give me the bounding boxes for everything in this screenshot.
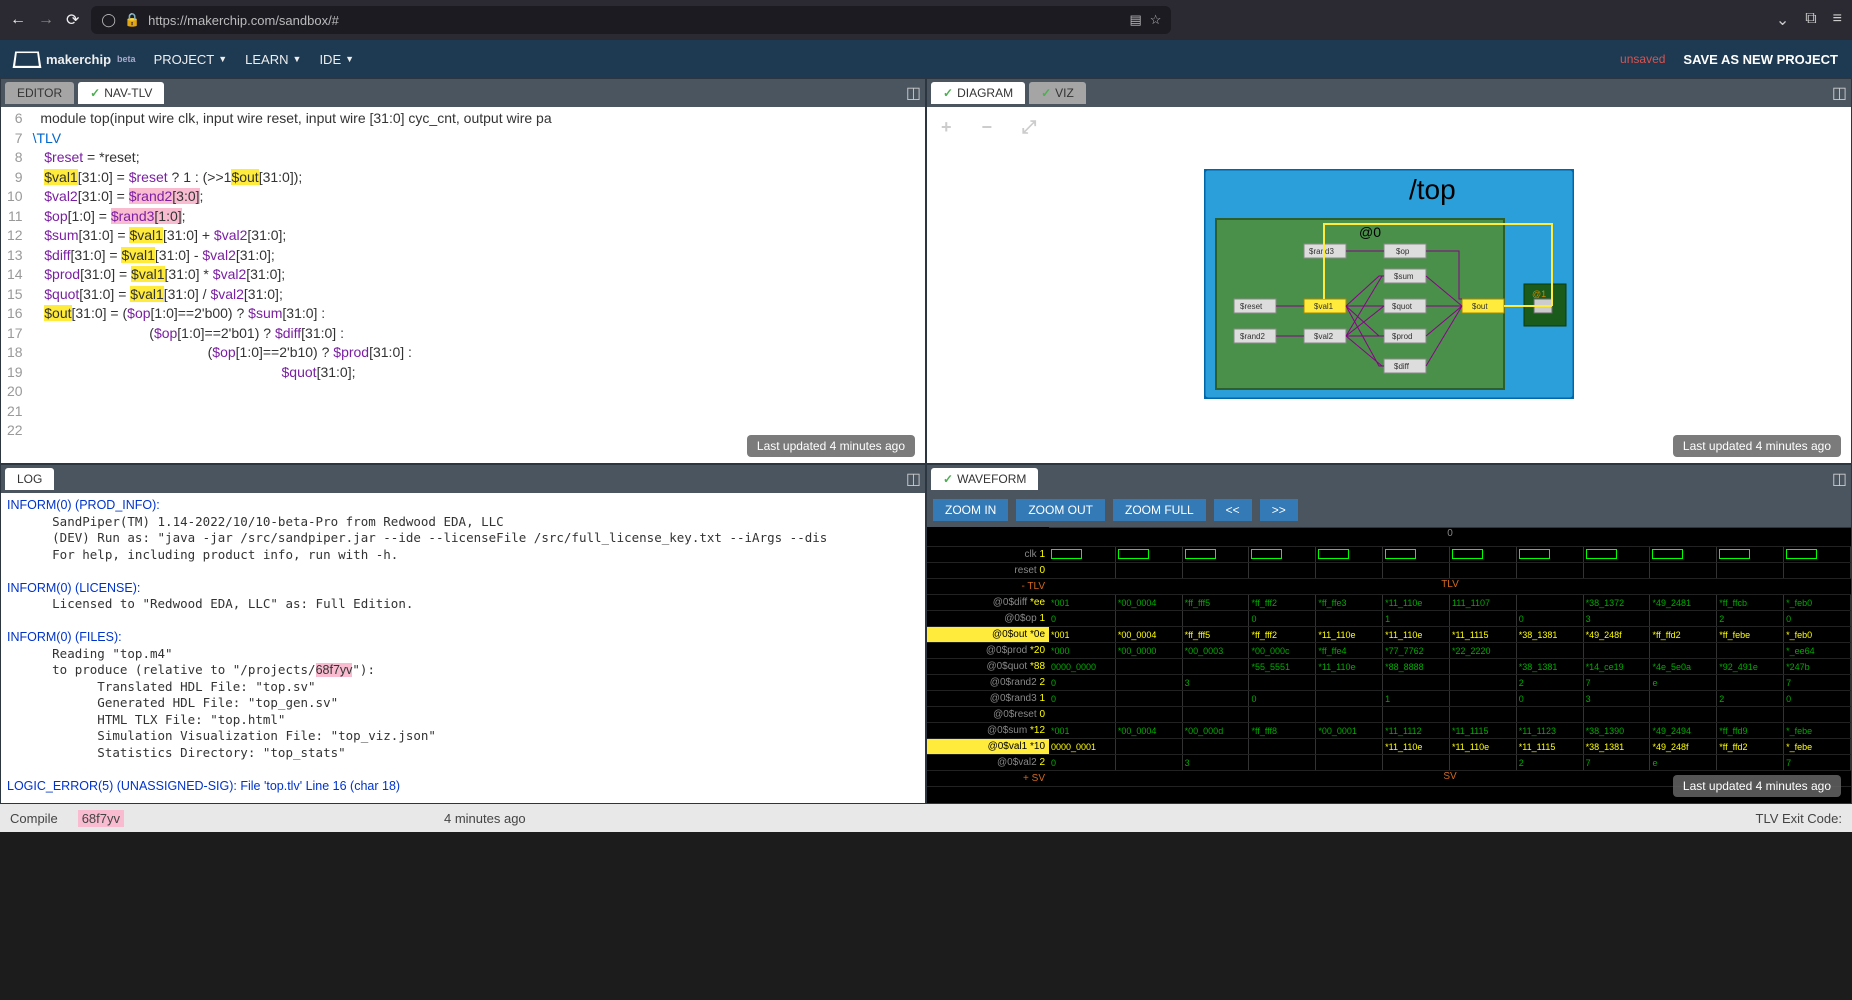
panel-layout-icon[interactable]: ◫: [906, 83, 921, 103]
compile-label: Compile: [10, 811, 58, 826]
tab-diagram[interactable]: ✓DIAGRAM: [931, 82, 1025, 104]
check-icon: ✓: [1041, 86, 1051, 100]
svg-text:/top: /top: [1409, 174, 1456, 205]
tab-log[interactable]: LOG: [5, 468, 54, 490]
save-as-new-project[interactable]: SAVE AS NEW PROJECT: [1683, 52, 1838, 67]
zoom-out-icon[interactable]: −: [982, 117, 993, 138]
lock-icon: 🔒: [124, 12, 140, 28]
waveform-viewer[interactable]: ZOOM INZOOM OUTZOOM FULL<<>> clk 1reset …: [927, 493, 1851, 803]
menu-project[interactable]: PROJECT▼: [154, 52, 228, 67]
last-updated-badge: Last updated 4 minutes ago: [747, 435, 915, 457]
diagram-canvas[interactable]: + − ⤢ /top @0 @1 $rand3 $op $sum: [927, 107, 1851, 463]
forward-icon[interactable]: →: [38, 11, 54, 29]
svg-text:$rand2: $rand2: [1240, 332, 1265, 341]
diagram-svg: /top @0 @1 $rand3 $op $sum $reset $val1 …: [1204, 169, 1574, 399]
svg-text:$quot: $quot: [1392, 302, 1413, 311]
project-hash[interactable]: 68f7yv: [78, 810, 124, 827]
back-icon[interactable]: ←: [10, 11, 26, 29]
extensions-icon[interactable]: ⧉: [1805, 10, 1816, 30]
svg-text:$out: $out: [1472, 302, 1488, 311]
pocket-icon[interactable]: ⌄: [1776, 10, 1789, 30]
expand-icon[interactable]: ⤢: [1022, 117, 1036, 138]
svg-text:$rand3: $rand3: [1309, 247, 1334, 256]
svg-text:$op: $op: [1396, 247, 1410, 256]
last-updated-badge: Last updated 4 minutes ago: [1673, 775, 1841, 797]
wave-zoom-outbutton[interactable]: ZOOM OUT: [1016, 499, 1105, 521]
exit-code-label: TLV Exit Code:: [1756, 811, 1842, 826]
svg-text:$prod: $prod: [1392, 332, 1412, 341]
browser-toolbar: ← → ⟳ ◯ 🔒 https://makerchip.com/sandbox/…: [0, 0, 1852, 40]
wave--button[interactable]: >>: [1260, 499, 1298, 521]
log-panel: LOG ◫ INFORM(0) (PROD_INFO): SandPiper(T…: [0, 464, 926, 804]
status-bar: Compile 68f7yv 4 minutes ago TLV Exit Co…: [0, 804, 1852, 832]
app-menubar: makerchip beta PROJECT▼ LEARN▼ IDE▼ unsa…: [0, 40, 1852, 78]
wave--button[interactable]: <<: [1214, 499, 1252, 521]
shield-icon: ◯: [101, 12, 116, 28]
waveform-panel: ✓WAVEFORM ◫ ZOOM IN ZOOM OUT ZOOM FULL << >>…: [926, 464, 1852, 804]
logo-icon: [13, 52, 42, 68]
tab-navtlv[interactable]: ✓NAV-TLV: [78, 82, 164, 104]
url-text: https://makerchip.com/sandbox/#: [148, 13, 339, 28]
editor-panel: EDITOR ✓NAV-TLV ◫ 6789101112131415161718…: [0, 78, 926, 464]
svg-text:$diff: $diff: [1394, 362, 1410, 371]
svg-text:$val1: $val1: [1314, 302, 1334, 311]
last-updated-badge: Last updated 4 minutes ago: [1673, 435, 1841, 457]
code-editor[interactable]: 678910111213141516171819202122 module to…: [1, 107, 925, 463]
svg-text:$val2: $val2: [1314, 332, 1334, 341]
tab-editor[interactable]: EDITOR: [5, 82, 74, 104]
url-bar[interactable]: ◯ 🔒 https://makerchip.com/sandbox/# ▤ ☆: [91, 6, 1171, 34]
menu-ide[interactable]: IDE▼: [319, 52, 354, 67]
reader-icon[interactable]: ▤: [1129, 12, 1141, 28]
diagram-panel: ✓DIAGRAM ✓VIZ ◫ + − ⤢ /top @0 @1: [926, 78, 1852, 464]
reload-icon[interactable]: ⟳: [66, 10, 79, 30]
tab-viz[interactable]: ✓VIZ: [1029, 82, 1086, 104]
compile-time: 4 minutes ago: [444, 811, 526, 826]
check-icon: ✓: [943, 86, 953, 100]
svg-text:$sum: $sum: [1394, 272, 1414, 281]
zoom-in-icon[interactable]: +: [941, 117, 952, 138]
panel-layout-icon[interactable]: ◫: [1832, 469, 1847, 489]
check-icon: ✓: [943, 472, 953, 486]
menu-learn[interactable]: LEARN▼: [245, 52, 301, 67]
log-output[interactable]: INFORM(0) (PROD_INFO): SandPiper(TM) 1.1…: [1, 493, 925, 803]
check-icon: ✓: [90, 86, 100, 100]
unsaved-indicator: unsaved: [1620, 52, 1665, 66]
star-icon[interactable]: ☆: [1150, 12, 1162, 28]
wave-zoom-inbutton[interactable]: ZOOM IN: [933, 499, 1008, 521]
wave-zoom-fullbutton[interactable]: ZOOM FULL: [1113, 499, 1206, 521]
logo[interactable]: makerchip beta: [14, 50, 136, 68]
tab-waveform[interactable]: ✓WAVEFORM: [931, 468, 1038, 490]
panel-layout-icon[interactable]: ◫: [1832, 83, 1847, 103]
svg-text:$reset: $reset: [1240, 302, 1263, 311]
hamburger-icon[interactable]: ≡: [1833, 10, 1842, 30]
panel-layout-icon[interactable]: ◫: [906, 469, 921, 489]
svg-text:@0: @0: [1359, 224, 1381, 240]
svg-text:@1: @1: [1532, 289, 1546, 299]
